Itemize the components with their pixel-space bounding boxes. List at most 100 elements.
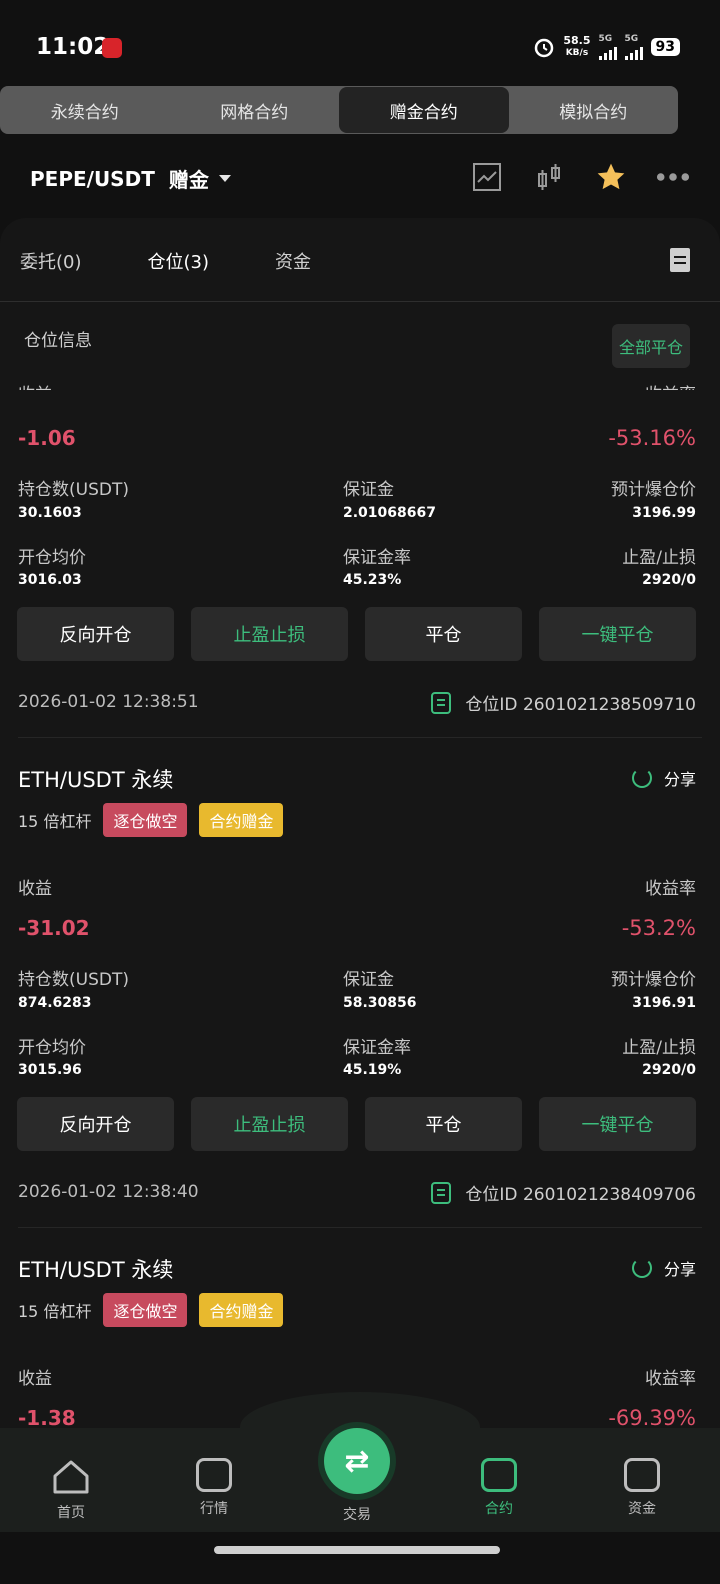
pnl-rate-label: 收益率 [645,380,696,390]
reverse-open-button[interactable]: 反向开仓 [17,607,174,661]
tab-demo[interactable]: 模拟合约 [509,86,679,134]
nav-contract[interactable]: 合约 [454,1458,544,1518]
close-position-button[interactable]: 平仓 [365,1097,522,1151]
liq-label: 预计爆仓价 [611,480,696,500]
margin-label: 保证金 [343,970,394,990]
tab-grid[interactable]: 网格合约 [170,86,340,134]
share-button[interactable]: 分享 [631,1256,696,1280]
margin-label: 保证金 [343,480,394,500]
positions-title: 仓位信息 [24,331,92,351]
nav-trade[interactable]: 交易 [312,1504,402,1524]
pnl-rate-value: -53.2% [621,916,696,940]
entry-label: 开仓均价 [18,548,86,568]
swap-icon: ⇄ [344,1443,370,1479]
trade-button[interactable]: ⇄ [324,1428,390,1494]
tab-perpetual[interactable]: 永续合约 [0,86,170,134]
document-icon[interactable] [670,248,690,272]
battery-level: 93 [650,38,680,56]
pnl-rate-value: -53.16% [608,426,696,450]
tpsl-button[interactable]: 止盈止损 [191,607,348,661]
copy-icon[interactable] [431,1181,452,1204]
liq-value: 3196.99 [632,505,696,521]
tpsl-value: 2920/0 [642,572,696,588]
tab-bonus[interactable]: 赠金合约 [339,87,509,133]
order-tabs: 委托(0) 仓位(3) 资金 [20,248,311,274]
tpsl-label: 止盈/止损 [622,1038,696,1058]
pnl-value: -31.02 [18,916,90,940]
status-time: 11:02 [36,34,110,60]
market-icon [196,1458,232,1492]
leverage: 15 倍杠杆 [18,1302,92,1321]
candlestick-icon[interactable] [532,160,566,194]
status-indicators: 58.5 KB/s 5G 5G 93 [533,34,680,60]
pnl-value: -1.06 [18,426,76,450]
share-icon [631,1258,652,1278]
tab-positions[interactable]: 仓位(3) [148,248,210,274]
margin-rate-label: 保证金率 [343,548,411,568]
contract-type-tabs: 永续合约 网格合约 赠金合约 模拟合约 [0,86,678,134]
holding-value: 30.1603 [18,505,82,521]
pnl-label: 收益 [18,879,52,899]
pnl-label: 收益 [18,380,52,390]
one-click-close-button[interactable]: 一键平仓 [539,1097,696,1151]
copy-icon[interactable] [431,691,452,714]
position-id[interactable]: 仓位ID 2601021238409706 [431,1180,696,1205]
tpsl-button[interactable]: 止盈止损 [191,1097,348,1151]
close-position-button[interactable]: 平仓 [365,607,522,661]
tab-orders[interactable]: 委托(0) [20,248,82,274]
leverage: 15 倍杠杆 [18,812,92,831]
nav-market[interactable]: 行情 [169,1458,259,1518]
nav-home[interactable]: 首页 [26,1458,116,1522]
share-button[interactable]: 分享 [631,766,696,790]
signal-2: 5G [624,34,643,60]
nav-assets[interactable]: 资金 [597,1458,687,1518]
pnl-rate-value: -69.39% [608,1406,696,1430]
one-click-close-button[interactable]: 一键平仓 [539,607,696,661]
position-tags: 15 倍杠杆 逐仓做空 合约赠金 [18,1293,284,1327]
pair-mode: 赠金 [168,168,209,192]
close-all-button[interactable]: 全部平仓 [612,324,690,368]
margin-value: 2.01068667 [343,505,436,521]
alarm-icon [535,38,554,58]
header-actions [470,160,690,194]
entry-label: 开仓均价 [18,1038,86,1058]
pair-selector[interactable]: PEPE/USDT 赠金 [30,164,231,193]
contract-icon [481,1458,517,1492]
net-speed: 58.5 KB/s [563,34,591,59]
divider [0,301,720,302]
tag-isolated-short: 逐仓做空 [103,803,188,837]
pnl-value: -1.38 [18,1406,76,1430]
pair-name: PEPE/USDT [30,166,155,191]
margin-value: 58.30856 [343,995,417,1011]
entry-value: 3016.03 [18,572,82,588]
separator [18,1227,702,1228]
tpsl-value: 2920/0 [642,1062,696,1078]
share-icon [631,768,652,788]
signal-1: 5G [598,34,617,60]
entry-value: 3015.96 [18,1062,82,1078]
reverse-open-button[interactable]: 反向开仓 [17,1097,174,1151]
liq-label: 预计爆仓价 [611,970,696,990]
position-1-header-clipped: 收益 收益率 [0,372,720,390]
chart-icon[interactable] [470,160,504,194]
tab-funds[interactable]: 资金 [275,248,311,274]
position-symbol: ETH/USDT 永续 [18,1258,174,1282]
position-tags: 15 倍杠杆 逐仓做空 合约赠金 [18,803,284,837]
holding-value: 874.6283 [18,995,92,1011]
home-indicator[interactable] [214,1546,500,1554]
margin-rate-label: 保证金率 [343,1038,411,1058]
position-id[interactable]: 仓位ID 2601021238509710 [431,690,696,715]
position-symbol: ETH/USDT 永续 [18,768,174,792]
wallet-icon [624,1458,660,1492]
pnl-label: 收益 [18,1369,52,1389]
more-icon[interactable] [656,160,690,194]
caret-down-icon [218,175,231,182]
margin-rate-value: 45.23% [343,572,402,588]
tag-isolated-short: 逐仓做空 [103,1293,188,1327]
tpsl-label: 止盈/止损 [622,548,696,568]
holding-label: 持仓数(USDT) [18,970,129,990]
star-icon[interactable] [594,160,628,194]
pnl-rate-label: 收益率 [645,1369,696,1389]
app-notification-icon [102,38,122,58]
pnl-rate-label: 收益率 [645,879,696,899]
